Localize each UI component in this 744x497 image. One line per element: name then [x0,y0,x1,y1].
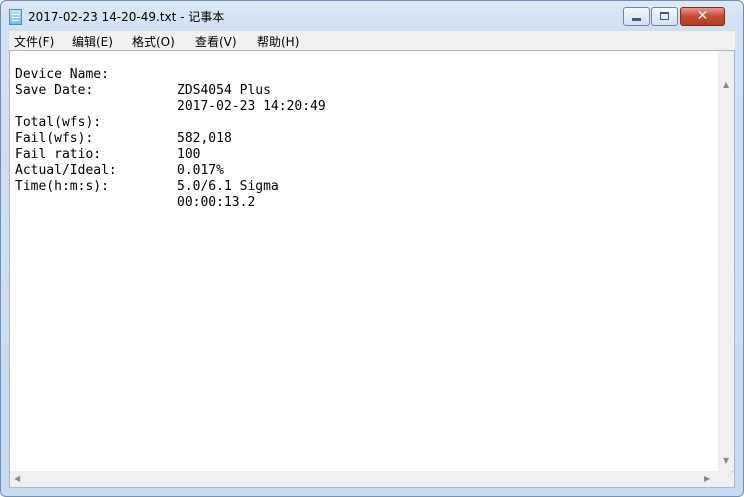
chevron-up-icon[interactable]: ▲ [723,81,729,89]
line-value: 0.017% [177,163,224,178]
line-value: 2017-02-23 14:20:49 [177,99,326,114]
minimize-icon [632,18,641,21]
menu-edit[interactable]: 编辑(E) [72,33,113,50]
resize-grip-icon[interactable]: ⋰ [718,471,734,487]
text-editor[interactable] [9,50,735,488]
chevron-down-icon[interactable]: ▼ [723,457,729,465]
line-value: 5.0/6.1 Sigma [177,179,279,194]
line-value: ZDS4054 Plus [177,83,271,98]
minimize-button[interactable] [623,7,650,26]
menu-view[interactable]: 查看(V) [195,33,237,50]
close-button[interactable]: ✕ [680,7,725,26]
notepad-window: 2017-02-23 14-20-49.txt - 记事本 ✕ 文件(F) 编辑… [0,0,744,497]
vertical-scrollbar[interactable]: ▲ ▼ [718,51,734,471]
menu-help[interactable]: 帮助(H) [257,33,299,50]
notepad-icon[interactable] [9,9,22,25]
line-value: 582,018 [177,131,232,146]
line-key: Time(h:m:s): [15,179,109,194]
line-value: 00:00:13.2 [177,195,256,210]
line-key: Save Date: [15,83,94,98]
chevron-right-icon[interactable]: ▶ [704,475,710,483]
horizontal-scrollbar[interactable]: ◀ ▶ [10,471,718,487]
line-value: 100 [177,147,201,162]
title-bar[interactable]: 2017-02-23 14-20-49.txt - 记事本 ✕ [1,1,743,31]
menu-bar: 文件(F) 编辑(E) 格式(O) 查看(V) 帮助(H) [9,31,735,50]
line-time: Time(h:m:s): 00:00:13.2 [15,163,255,227]
close-icon: ✕ [696,8,709,24]
menu-file[interactable]: 文件(F) [14,33,54,50]
maximize-icon [660,12,669,20]
menu-format[interactable]: 格式(O) [132,33,175,50]
chevron-left-icon[interactable]: ◀ [14,475,20,483]
window-title: 2017-02-23 14-20-49.txt - 记事本 [28,10,225,24]
maximize-button[interactable] [651,7,678,26]
